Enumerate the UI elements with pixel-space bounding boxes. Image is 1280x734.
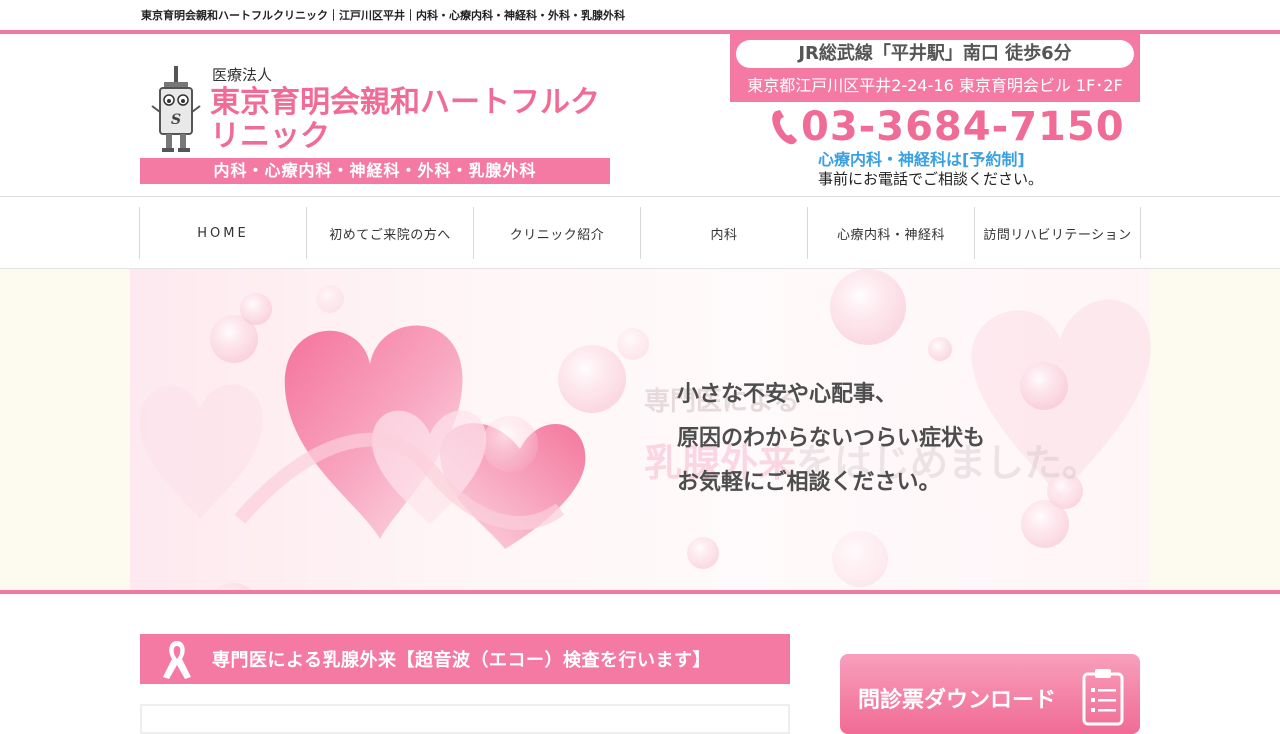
access-station: JR総武線「平井駅」南口 徒歩6分 [736, 40, 1134, 68]
hero-copy-line-3: お気軽にご相談ください。 [677, 470, 941, 495]
top-strip: 東京育明会親和ハートフルクリニック｜江戸川区平井｜内科・心療内科・神経科・外科・… [0, 0, 1280, 30]
questionnaire-download-button[interactable]: 問診票ダウンロード [840, 654, 1140, 734]
phone-number[interactable]: 03-3684-7150 [801, 104, 1125, 150]
clinic-name-logo[interactable]: 東京育明会親和ハートフルクリニック [210, 86, 610, 154]
hero-copy: 小さな不安や心配事、 原因のわからないつらい症状も お気軽にご相談ください。 [677, 373, 985, 505]
section-title: 専門医による乳腺外来【超音波（エコー）検査を行います】 [212, 650, 711, 671]
phone-icon [772, 110, 797, 145]
nav-item-first-visit[interactable]: 初めてご来院の方へ [306, 207, 473, 259]
nav-item-internal-medicine[interactable]: 内科 [640, 207, 807, 259]
site-tagline: 東京育明会親和ハートフルクリニック｜江戸川区平井｜内科・心療内科・神経科・外科・… [141, 9, 625, 22]
nav-item-psychosomatic[interactable]: 心療内科・神経科 [807, 207, 974, 259]
reservation-subnote: 事前にお電話でご相談ください。 [818, 170, 1044, 188]
section-heading: 専門医による乳腺外来【超音波（エコー）検査を行います】 [140, 634, 790, 684]
departments-bar: 内科・心療内科・神経科・外科・乳腺外科 [140, 158, 610, 184]
clipboard-icon [1082, 669, 1124, 726]
hero-copy-line-2: 原因のわからないつらい症状も [677, 426, 986, 451]
global-nav: HOME 初めてご来院の方へ クリニック紹介 内科 心療内科・神経科 訪問リハビ… [0, 197, 1280, 269]
hero-copy-line-1: 小さな不安や心配事、 [677, 382, 898, 407]
nav-item-clinic-intro[interactable]: クリニック紹介 [473, 207, 640, 259]
nav-item-home-rehab[interactable]: 訪問リハビリテーション [974, 207, 1141, 259]
hero-hearts-illustration [139, 269, 1151, 590]
corp-label: 医療法人 [212, 66, 273, 84]
section-content-box [140, 704, 790, 734]
svg-text:S: S [171, 112, 181, 128]
pink-ribbon-icon [163, 641, 191, 679]
reservation-note: 心療内科・神経科は[予約制] [818, 150, 1025, 169]
hero-divider [0, 590, 1280, 594]
hero-banner: 専門医による 乳腺外来をはじめました。 小さな不安や心配事、 原因のわからないつ… [0, 269, 1280, 590]
download-label: 問診票ダウンロード [858, 688, 1057, 713]
nav-item-home[interactable]: HOME [139, 207, 306, 259]
address: 東京都江戸川区平井2-24-16 東京育明会ビル 1F･2F [747, 76, 1123, 95]
syringe-mascot-icon[interactable]: S [150, 66, 202, 154]
access-box: JR総武線「平井駅」南口 徒歩6分 東京都江戸川区平井2-24-16 東京育明会… [730, 34, 1140, 102]
